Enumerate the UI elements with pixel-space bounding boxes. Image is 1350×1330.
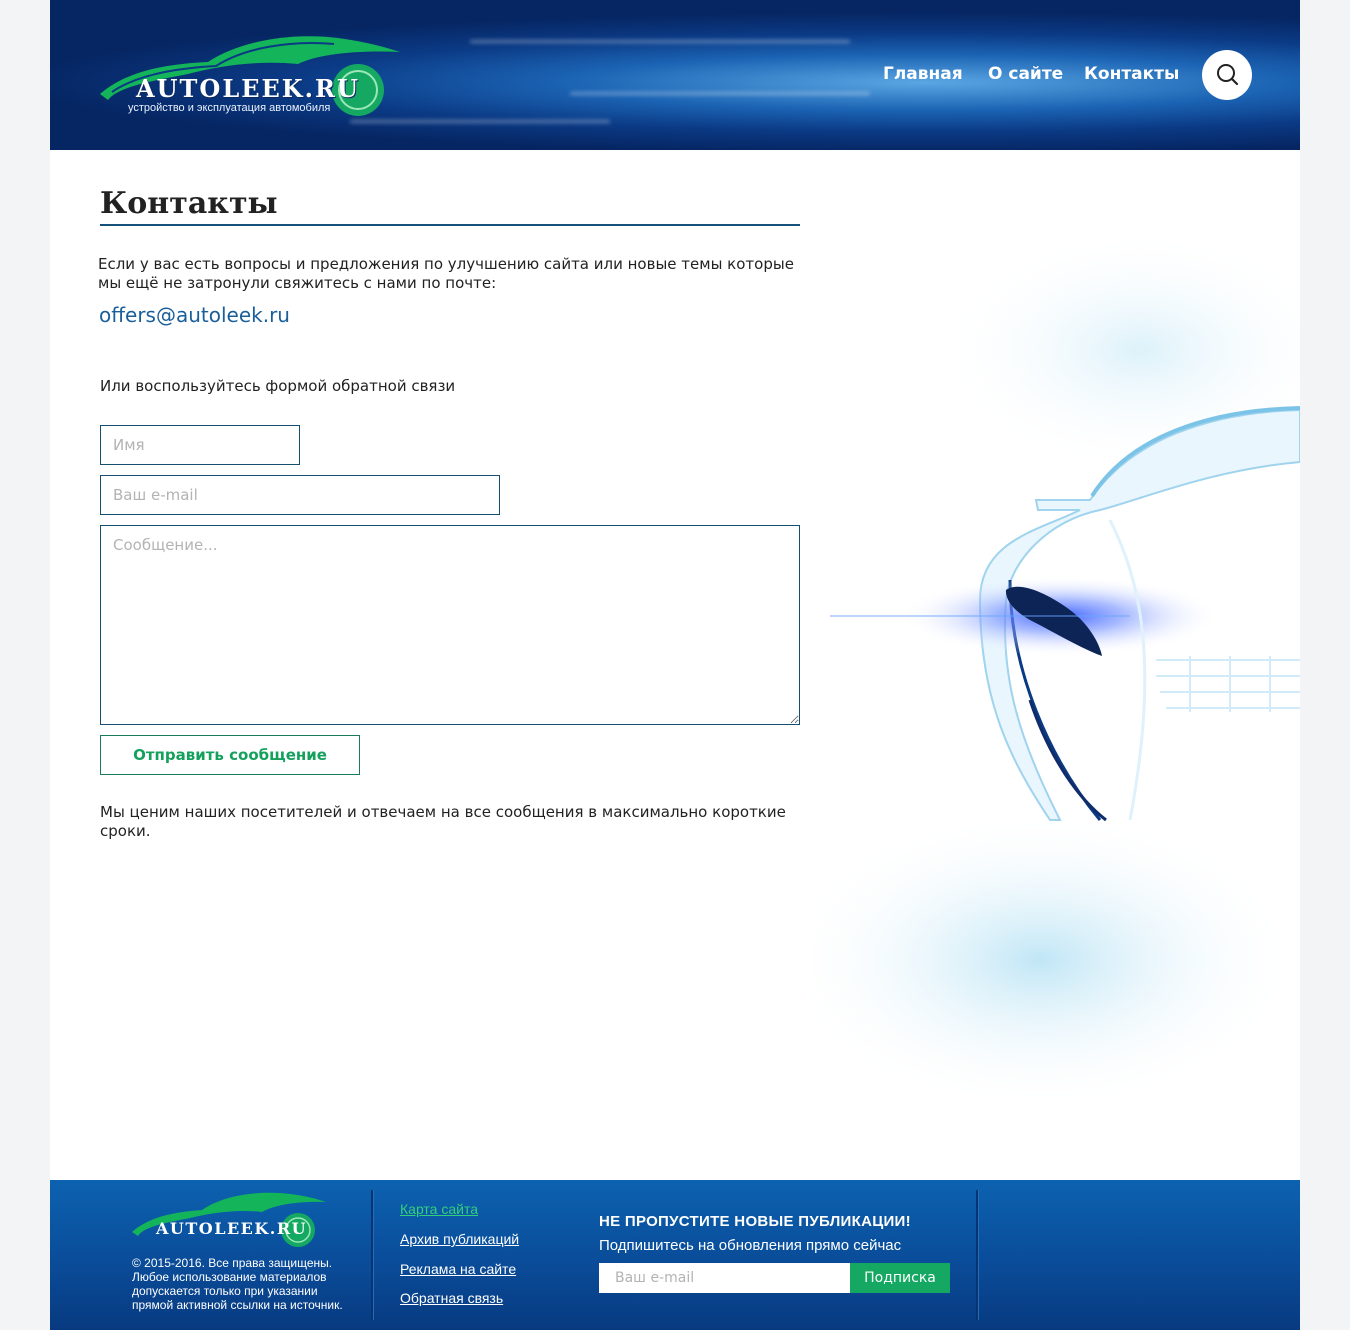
logo-text: AUTOLEEK.RU [136,74,360,103]
intro-text: Если у вас есть вопросы и предложения по… [98,255,794,292]
search-icon [1217,64,1239,86]
nav-home[interactable]: Главная [883,64,963,84]
subscribe-email-input[interactable] [599,1263,850,1293]
logo-tagline: устройство и эксплуатация автомобиля [128,102,331,114]
search-button[interactable] [1202,50,1252,100]
title-divider [100,224,800,226]
page: AUTOLEEK.RU устройство и эксплуатация ав… [50,0,1300,1330]
subscribe-title: НЕ ПРОПУСТИТЕ НОВЫЕ ПУБЛИКАЦИИ! [599,1213,911,1230]
footer-divider [976,1190,978,1320]
name-input[interactable] [100,425,300,465]
nav-contacts[interactable]: Контакты [1084,64,1179,84]
footer-link-advertising[interactable]: Реклама на сайте [400,1261,516,1277]
footer-logo-text: AUTOLEEK.RU [156,1219,308,1238]
header-light-streak [350,120,610,123]
footer-copyright: © 2015-2016. Все права защищены. Любое и… [132,1256,343,1312]
footer-divider [371,1190,373,1320]
nav-about[interactable]: О сайте [988,64,1063,84]
footer-link-archive[interactable]: Архив публикаций [400,1231,519,1247]
email-input[interactable] [100,475,500,515]
site-header: AUTOLEEK.RU устройство и эксплуатация ав… [50,0,1300,150]
message-textarea[interactable] [100,525,800,725]
footer-link-feedback[interactable]: Обратная связь [400,1290,503,1306]
header-light-streak [470,40,850,43]
header-light-streak [570,92,870,95]
car-headlight-illustration [810,230,1300,1110]
footer-link-sitemap[interactable]: Карта сайта [400,1201,478,1217]
outro-text: Мы ценим наших посетителей и отвечаем на… [100,803,786,840]
send-message-button[interactable]: Отправить сообщение [100,735,360,775]
footer-logo[interactable]: AUTOLEEK.RU [130,1188,330,1254]
site-footer: AUTOLEEK.RU © 2015-2016. Все права защищ… [50,1180,1300,1330]
form-intro-text: Или воспользуйтесь формой обратной связи [100,377,456,395]
page-title: Контакты [100,186,278,221]
contact-email-link[interactable]: offers@autoleek.ru [99,303,290,327]
subscribe-text: Подпишитесь на обновления прямо сейчас [599,1237,902,1254]
subscribe-button[interactable]: Подписка [850,1263,950,1293]
site-logo[interactable]: AUTOLEEK.RU устройство и эксплуатация ав… [98,30,408,120]
